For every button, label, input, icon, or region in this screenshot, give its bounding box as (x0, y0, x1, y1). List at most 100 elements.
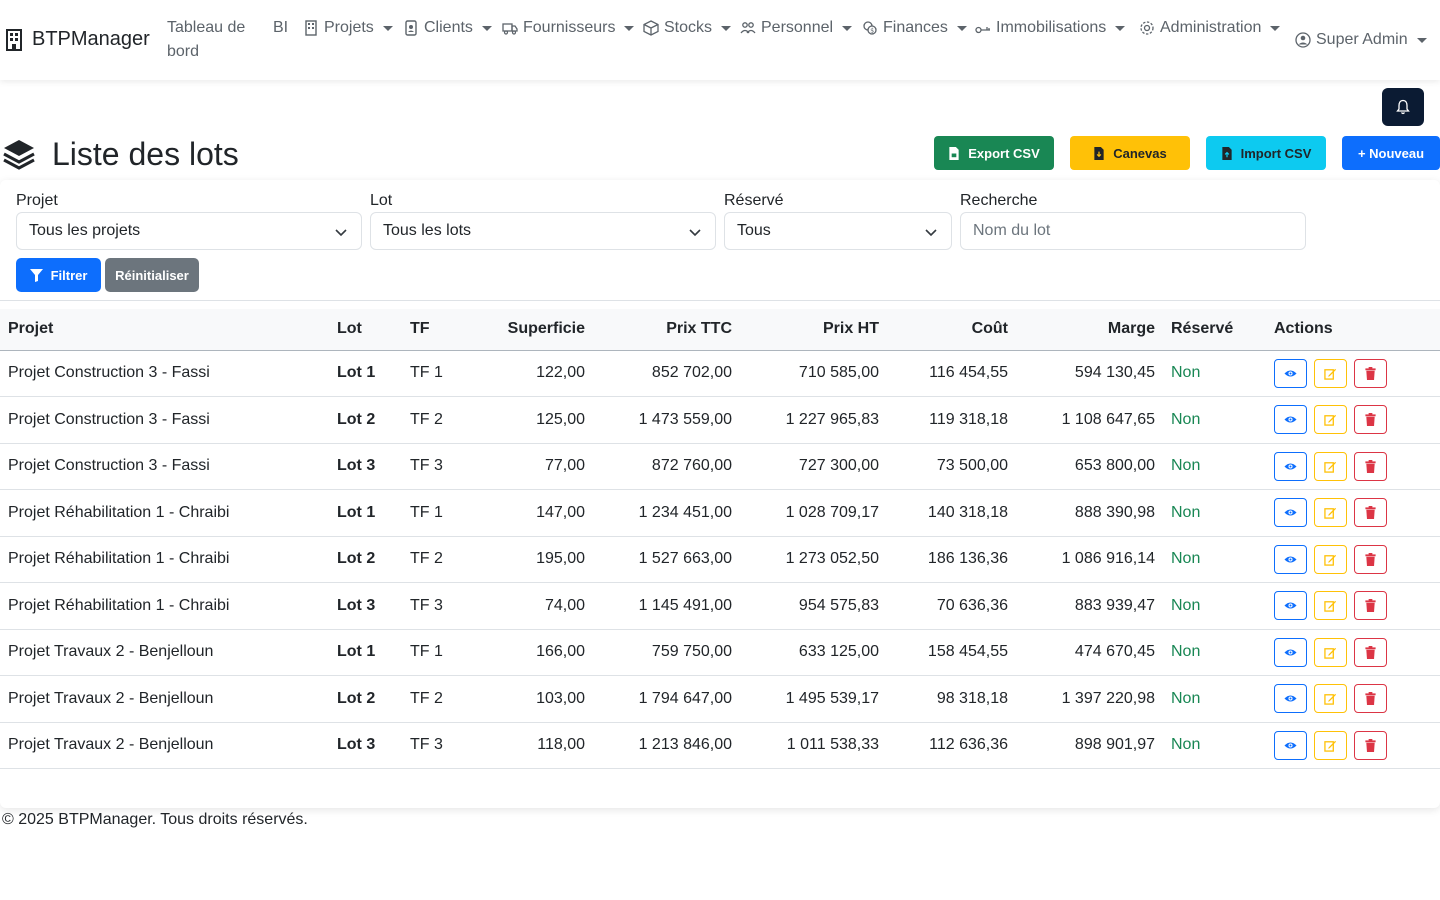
filter-reserve-label: Réservé (724, 192, 784, 209)
cell-tf: TF 3 (402, 582, 472, 630)
chevron-down-icon (624, 26, 635, 31)
edit-button[interactable] (1314, 358, 1347, 388)
cell-superficie: 125,00 (472, 396, 593, 444)
col-reserve[interactable]: Réservé (1163, 309, 1266, 351)
delete-button[interactable] (1354, 451, 1387, 481)
nav-finances[interactable]: $ Finances (862, 16, 967, 40)
nav-administration[interactable]: Administration (1139, 16, 1281, 40)
cell-lot: Lot 2 (329, 396, 402, 444)
cell-cout: 158 454,55 (887, 629, 1016, 676)
view-button[interactable] (1274, 544, 1307, 574)
nav-fournisseurs[interactable]: Fournisseurs (502, 16, 635, 40)
new-lot-label: + Nouveau (1357, 145, 1425, 161)
cell-actions (1266, 489, 1440, 537)
projet-select[interactable]: Tous les projets (16, 212, 362, 250)
export-csv-button[interactable]: Export CSV (934, 136, 1054, 170)
new-lot-button[interactable]: + Nouveau (1342, 136, 1440, 170)
import-csv-button[interactable]: Import CSV (1206, 136, 1326, 170)
view-button[interactable] (1274, 451, 1307, 481)
cell-projet: Projet Travaux 2 - Benjelloun (0, 675, 329, 723)
cell-projet: Projet Réhabilitation 1 - Chraibi (0, 582, 329, 630)
trash-icon (1365, 506, 1376, 520)
nav-bi[interactable]: BI (273, 16, 288, 40)
view-button[interactable] (1274, 591, 1307, 621)
edit-button[interactable] (1314, 637, 1347, 667)
delete-button[interactable] (1354, 358, 1387, 388)
view-button[interactable] (1274, 637, 1307, 667)
nav-clients[interactable]: Clients (403, 16, 492, 40)
edit-button[interactable] (1314, 730, 1347, 760)
cell-marge: 898 901,97 (1016, 722, 1163, 769)
notifications-button[interactable] (1382, 88, 1424, 126)
edit-button[interactable] (1314, 405, 1347, 435)
chevron-down-icon (689, 229, 701, 237)
nav-dashboard[interactable]: Tableau de bord (167, 16, 257, 64)
edit-button[interactable] (1314, 544, 1347, 574)
cell-lot: Lot 1 (329, 350, 402, 397)
col-projet[interactable]: Projet (0, 309, 329, 351)
delete-button[interactable] (1354, 684, 1387, 714)
cell-superficie: 195,00 (472, 536, 593, 583)
nav-personnel[interactable]: Personnel (740, 16, 853, 40)
col-superficie[interactable]: Superficie (472, 309, 593, 351)
chevron-down-icon (382, 26, 393, 31)
lots-table: Projet Lot TF Superficie Prix TTC Prix H… (0, 309, 1440, 769)
page-title: Liste des lots (2, 136, 239, 173)
nav-projets[interactable]: Projets (303, 16, 393, 40)
brand[interactable]: BTPManager (6, 28, 150, 51)
edit-button[interactable] (1314, 451, 1347, 481)
cell-prix-ht: 1 011 538,33 (740, 722, 887, 769)
col-lot[interactable]: Lot (329, 309, 402, 351)
col-cout[interactable]: Coût (887, 309, 1016, 351)
nav-immobilisations[interactable]: Immobilisations (975, 16, 1126, 40)
col-marge[interactable]: Marge (1016, 309, 1163, 351)
nav-projets-label: Projets (324, 19, 374, 36)
cell-actions (1266, 350, 1440, 397)
table-row: Projet Construction 3 - Fassi Lot 1 TF 1 12… (0, 350, 1440, 397)
nav-bi-label: BI (273, 19, 289, 36)
col-actions: Actions (1266, 309, 1440, 351)
col-prix-ttc[interactable]: Prix TTC (593, 309, 740, 351)
edit-button[interactable] (1314, 591, 1347, 621)
trash-icon (1365, 692, 1376, 706)
table-row: Projet Construction 3 - Fassi Lot 2 TF 2 12… (0, 396, 1440, 444)
view-button[interactable] (1274, 684, 1307, 714)
delete-button[interactable] (1354, 591, 1387, 621)
cell-cout: 140 318,18 (887, 489, 1016, 537)
view-button[interactable] (1274, 358, 1307, 388)
canevas-button[interactable]: Canevas (1070, 136, 1190, 170)
table-row: Projet Réhabilitation 1 - Chraibi Lot 2 TF… (0, 536, 1440, 583)
cell-prix-ht: 727 300,00 (740, 443, 887, 490)
edit-button[interactable] (1314, 684, 1347, 714)
user-circle-icon (1295, 32, 1311, 48)
col-prix-ht[interactable]: Prix HT (740, 309, 887, 351)
lot-select[interactable]: Tous les lots (370, 212, 716, 250)
reserve-select[interactable]: Tous (724, 212, 952, 250)
cell-marge: 883 939,47 (1016, 582, 1163, 630)
cell-projet: Projet Réhabilitation 1 - Chraibi (0, 489, 329, 537)
search-input[interactable]: Nom du lot (960, 212, 1306, 250)
delete-button[interactable] (1354, 498, 1387, 528)
reset-button[interactable]: Réinitialiser (105, 258, 199, 292)
col-tf[interactable]: TF (402, 309, 472, 351)
edit-button[interactable] (1314, 498, 1347, 528)
view-button[interactable] (1274, 498, 1307, 528)
cell-prix-ttc: 1 527 663,00 (593, 536, 740, 583)
trash-icon (1365, 645, 1376, 659)
delete-button[interactable] (1354, 544, 1387, 574)
delete-button[interactable] (1354, 637, 1387, 667)
eye-icon (1284, 695, 1297, 702)
filter-button[interactable]: Filtrer (16, 258, 101, 292)
nav-stocks[interactable]: Stocks (643, 16, 732, 40)
box-icon (643, 20, 659, 36)
cell-prix-ht: 1 227 965,83 (740, 396, 887, 444)
nav-clients-label: Clients (424, 19, 473, 36)
view-button[interactable] (1274, 405, 1307, 435)
cell-marge: 1 108 647,65 (1016, 396, 1163, 444)
delete-button[interactable] (1354, 405, 1387, 435)
nav-user-menu[interactable]: Super Admin (1295, 28, 1427, 52)
gear-icon (1140, 21, 1154, 35)
view-button[interactable] (1274, 730, 1307, 760)
delete-button[interactable] (1354, 730, 1387, 760)
cell-marge: 653 800,00 (1016, 443, 1163, 490)
